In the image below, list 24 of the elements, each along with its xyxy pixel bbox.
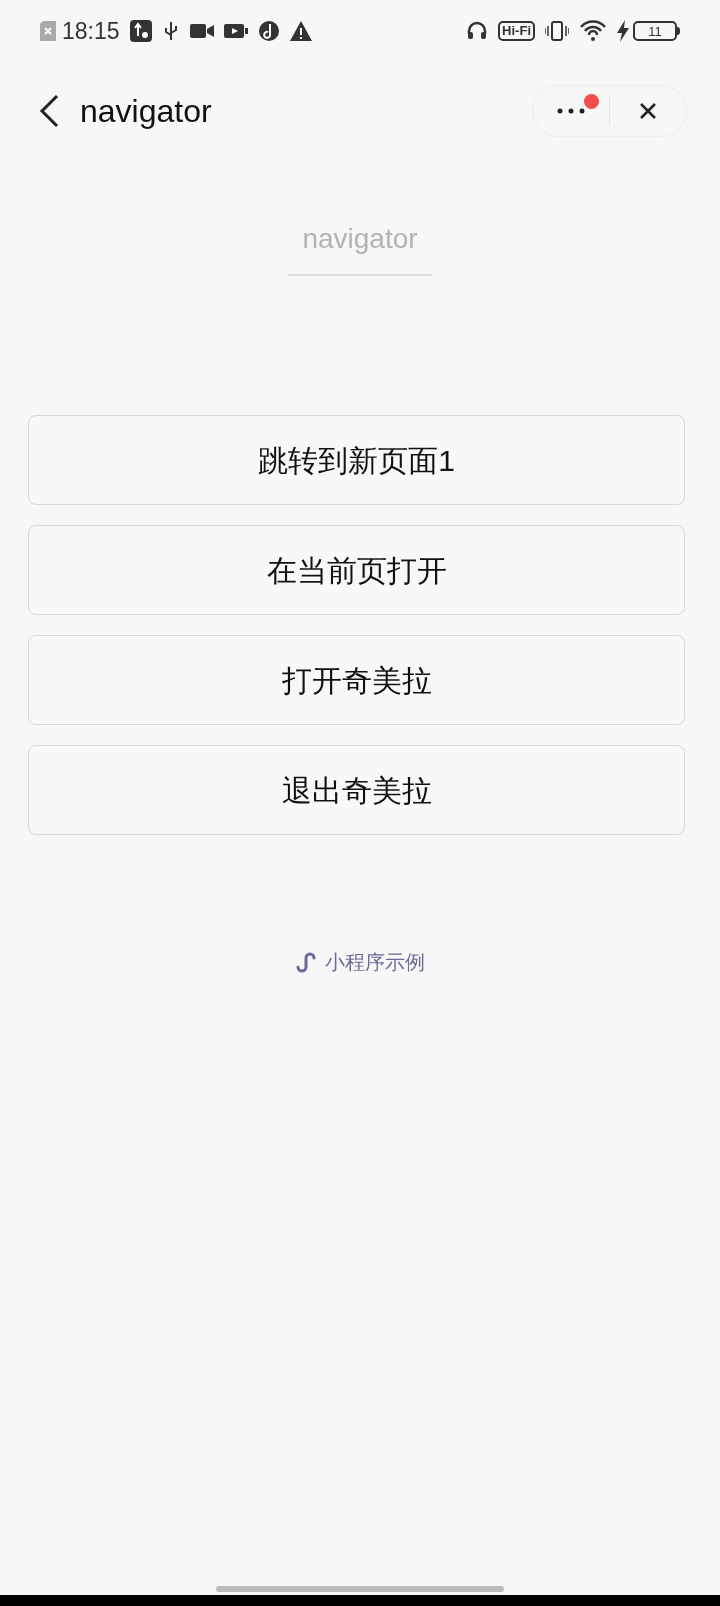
warning-icon <box>289 21 312 41</box>
battery-level: 11 <box>648 24 662 38</box>
video-camera-icon <box>189 22 214 40</box>
mini-program-icon <box>295 951 317 973</box>
nav-button[interactable]: 退出奇美拉 <box>28 745 685 835</box>
nav-button[interactable]: 在当前页打开 <box>28 525 685 615</box>
section-title: navigator <box>301 222 419 256</box>
page-title: navigator <box>80 92 212 131</box>
wifi-icon <box>579 20 607 42</box>
nav-button[interactable]: 跳转到新页面1 <box>28 415 685 505</box>
more-icon <box>557 108 585 114</box>
footer-link[interactable]: 小程序示例 <box>325 947 425 977</box>
usb-settings-icon <box>129 20 152 42</box>
music-note-icon <box>257 20 280 42</box>
hifi-badge: Hi-Fi <box>498 21 535 41</box>
back-icon[interactable] <box>38 94 60 128</box>
nav-button[interactable]: 打开奇美拉 <box>28 635 685 725</box>
video-icon <box>223 22 248 40</box>
sim-icon <box>40 21 56 41</box>
headphones-icon <box>466 20 489 42</box>
status-time: 18:15 <box>62 16 120 46</box>
charging-bolt-icon <box>617 20 629 42</box>
vibrate-icon <box>545 20 569 42</box>
close-icon <box>639 102 657 120</box>
